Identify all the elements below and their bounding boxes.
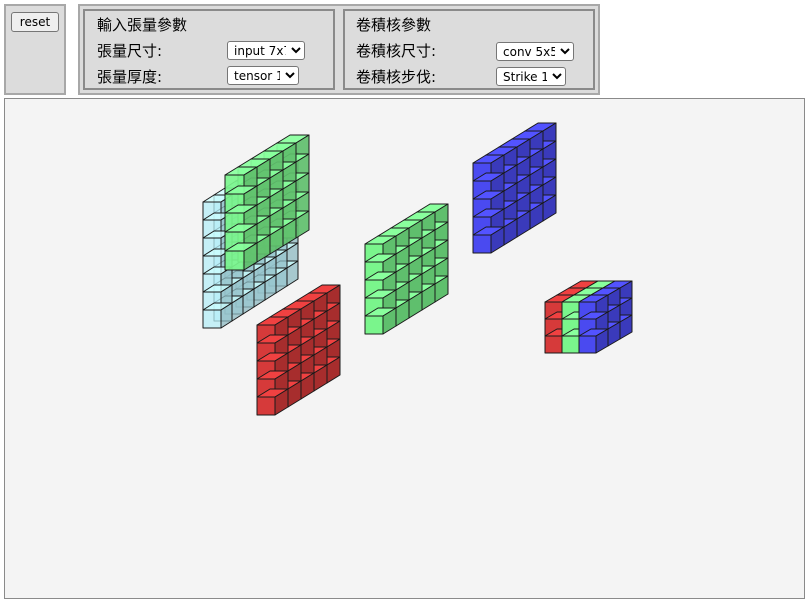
reset-panel: reset	[4, 4, 66, 95]
kernel-size-label: 卷積核尺寸:	[356, 42, 437, 60]
output-cube	[544, 280, 633, 354]
kernel-stride-label: 卷積核步伐:	[356, 68, 437, 86]
tensor-size-label: 張量尺寸:	[97, 42, 163, 60]
tensor-depth-label: 張量厚度:	[97, 68, 163, 86]
output-cell-front	[578, 335, 597, 354]
red-kernel	[256, 284, 341, 416]
blue-kernel	[472, 122, 557, 254]
kernel-size-select[interactable]: conv 5x5	[496, 42, 574, 61]
output-cell-front	[561, 335, 580, 354]
red-kernel-cell-front	[256, 396, 276, 416]
scene-canvas[interactable]	[4, 98, 805, 599]
green-kernel-cell-front	[364, 315, 384, 335]
input-tensor-params: 輸入張量參數 張量尺寸: input 7x7 張量厚度: tensor 1	[83, 9, 335, 90]
green-kernel-on-input-cell-front	[224, 250, 245, 271]
scene-svg[interactable]	[5, 99, 804, 598]
output-cell-front	[544, 335, 563, 354]
input-tensor-cell-front	[202, 309, 222, 329]
kernel-params-title: 卷積核參數	[356, 16, 432, 34]
reset-button[interactable]: reset	[11, 12, 59, 32]
green-kernel	[364, 203, 449, 335]
blue-kernel-cell-front	[472, 234, 492, 254]
input-params-title: 輸入張量參數	[97, 16, 188, 34]
kernel-stride-select[interactable]: Strike 1	[496, 67, 566, 86]
tensor-depth-select[interactable]: tensor 1	[227, 66, 299, 85]
parameters-panel: 輸入張量參數 張量尺寸: input 7x7 張量厚度: tensor 1 卷積…	[78, 4, 600, 95]
tensor-size-select[interactable]: input 7x7	[227, 41, 305, 60]
kernel-params: 卷積核參數 卷積核尺寸: conv 5x5 卷積核步伐: Strike 1	[343, 9, 595, 90]
